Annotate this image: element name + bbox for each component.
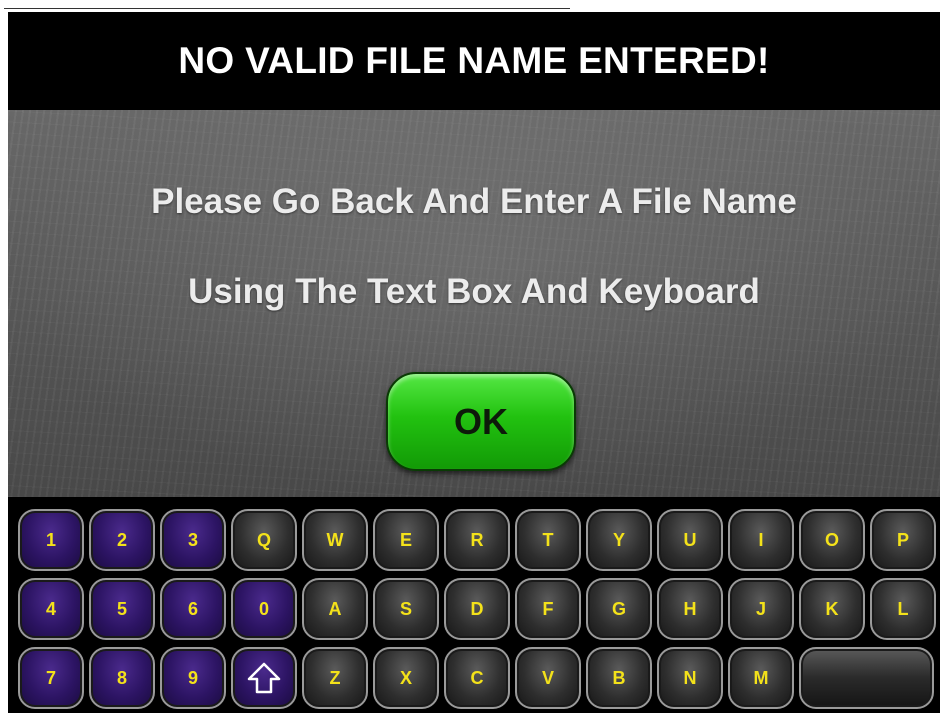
title-bar: NO VALID FILE NAME ENTERED! xyxy=(8,12,940,110)
key-label: 0 xyxy=(258,598,269,619)
key-label: O xyxy=(824,529,839,550)
key-s[interactable]: S xyxy=(373,578,439,640)
key-label: W xyxy=(326,529,344,550)
key-e[interactable]: E xyxy=(373,509,439,571)
caption-underline xyxy=(4,8,570,9)
message-line-1: Please Go Back And Enter A File Name xyxy=(151,182,797,221)
key-k[interactable]: K xyxy=(799,578,865,640)
key-d[interactable]: D xyxy=(444,578,510,640)
key-label: A xyxy=(328,598,342,619)
key-label: I xyxy=(758,529,764,550)
key-4[interactable]: 4 xyxy=(18,578,84,640)
key-j[interactable]: J xyxy=(728,578,794,640)
key-u[interactable]: U xyxy=(657,509,723,571)
key-label: E xyxy=(399,529,412,550)
key-label: 4 xyxy=(45,598,56,619)
page-title: NO VALID FILE NAME ENTERED! xyxy=(178,40,770,81)
key-label: G xyxy=(611,598,626,619)
key-1[interactable]: 1 xyxy=(18,509,84,571)
key-v[interactable]: V xyxy=(515,647,581,709)
figure-caption-fragment xyxy=(0,0,940,12)
ok-button[interactable]: OK xyxy=(386,372,576,471)
key-r[interactable]: R xyxy=(444,509,510,571)
key-label: 2 xyxy=(116,529,127,550)
key-label: 9 xyxy=(187,667,198,688)
key-label: M xyxy=(753,667,769,688)
key-label: T xyxy=(542,529,554,550)
key-6[interactable]: 6 xyxy=(160,578,226,640)
key-8[interactable]: 8 xyxy=(89,647,155,709)
key-h[interactable]: H xyxy=(657,578,723,640)
shift-key[interactable] xyxy=(231,647,297,709)
on-screen-keyboard: 1 2 3 Q W E R T Y U I O P 4 5 6 0 A S D … xyxy=(8,497,940,713)
key-label: 7 xyxy=(45,667,56,688)
key-n[interactable]: N xyxy=(657,647,723,709)
key-2[interactable]: 2 xyxy=(89,509,155,571)
ok-button-label: OK xyxy=(454,400,508,442)
key-label: L xyxy=(897,598,909,619)
key-p[interactable]: P xyxy=(870,509,936,571)
key-z[interactable]: Z xyxy=(302,647,368,709)
key-label: P xyxy=(896,529,909,550)
key-t[interactable]: T xyxy=(515,509,581,571)
key-b[interactable]: B xyxy=(586,647,652,709)
key-label: S xyxy=(399,598,412,619)
key-f[interactable]: F xyxy=(515,578,581,640)
key-y[interactable]: Y xyxy=(586,509,652,571)
key-label: 6 xyxy=(187,598,198,619)
key-label: 5 xyxy=(116,598,127,619)
key-3[interactable]: 3 xyxy=(160,509,226,571)
key-label: J xyxy=(755,598,766,619)
key-x[interactable]: X xyxy=(373,647,439,709)
key-a[interactable]: A xyxy=(302,578,368,640)
space-key[interactable] xyxy=(799,647,934,709)
key-label: Y xyxy=(612,529,625,550)
key-0[interactable]: 0 xyxy=(231,578,297,640)
key-l[interactable]: L xyxy=(870,578,936,640)
key-m[interactable]: M xyxy=(728,647,794,709)
key-label: Z xyxy=(329,667,341,688)
key-label: 3 xyxy=(187,529,198,550)
key-label: 1 xyxy=(45,529,56,550)
device-screen: NO VALID FILE NAME ENTERED! Please Go Ba… xyxy=(8,12,940,713)
key-label: F xyxy=(542,598,554,619)
key-label: N xyxy=(683,667,697,688)
key-label: U xyxy=(683,529,697,550)
key-9[interactable]: 9 xyxy=(160,647,226,709)
key-label: R xyxy=(470,529,484,550)
key-5[interactable]: 5 xyxy=(89,578,155,640)
key-7[interactable]: 7 xyxy=(18,647,84,709)
key-label: H xyxy=(683,598,697,619)
key-w[interactable]: W xyxy=(302,509,368,571)
key-label: Q xyxy=(256,529,271,550)
key-label: C xyxy=(470,667,484,688)
key-o[interactable]: O xyxy=(799,509,865,571)
key-label: V xyxy=(541,667,554,688)
key-q[interactable]: Q xyxy=(231,509,297,571)
message-panel: Please Go Back And Enter A File Name Usi… xyxy=(8,110,940,497)
shift-arrow-icon xyxy=(247,662,281,694)
key-g[interactable]: G xyxy=(586,578,652,640)
key-label: 8 xyxy=(116,667,127,688)
message-line-2: Using The Text Box And Keyboard xyxy=(188,272,760,311)
key-label: K xyxy=(825,598,839,619)
key-i[interactable]: I xyxy=(728,509,794,571)
key-label: X xyxy=(399,667,412,688)
key-c[interactable]: C xyxy=(444,647,510,709)
key-label: B xyxy=(612,667,626,688)
key-label: D xyxy=(470,598,484,619)
